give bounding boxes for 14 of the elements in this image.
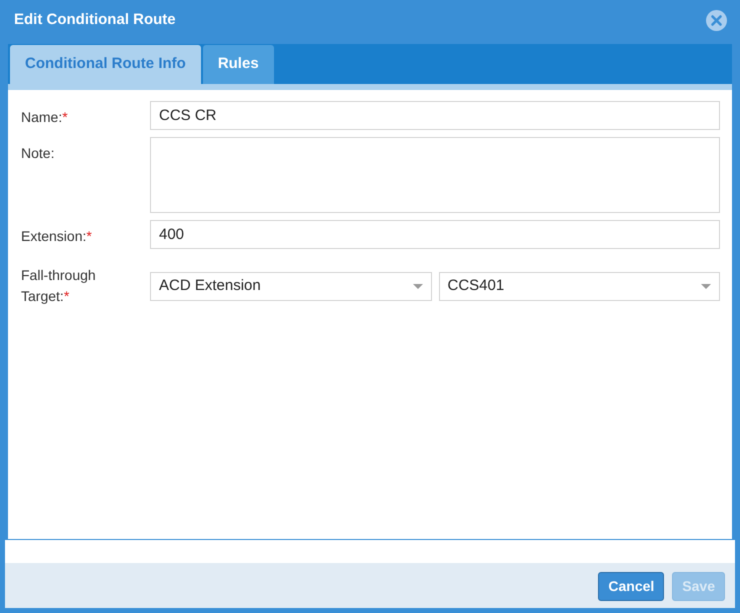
caret-icon [701,284,711,288]
field-label: Name:* [21,108,69,127]
dropdown[interactable]: CCS401 [438,272,720,300]
text-area[interactable] [150,137,720,213]
field-label: Note: [21,144,56,163]
text-field[interactable]: CCS CR [150,101,720,130]
dialog-title: Edit Conditional Route [14,10,176,30]
field-label: Extension:* [21,227,93,246]
dialog-button[interactable]: Cancel [598,572,664,601]
field-label: Fall-through Target:* [21,266,97,306]
caret-icon [412,284,422,288]
text-field[interactable]: 400 [150,220,720,249]
dropdown[interactable]: ACD Extension [150,272,432,300]
close-icon[interactable] [706,10,727,31]
